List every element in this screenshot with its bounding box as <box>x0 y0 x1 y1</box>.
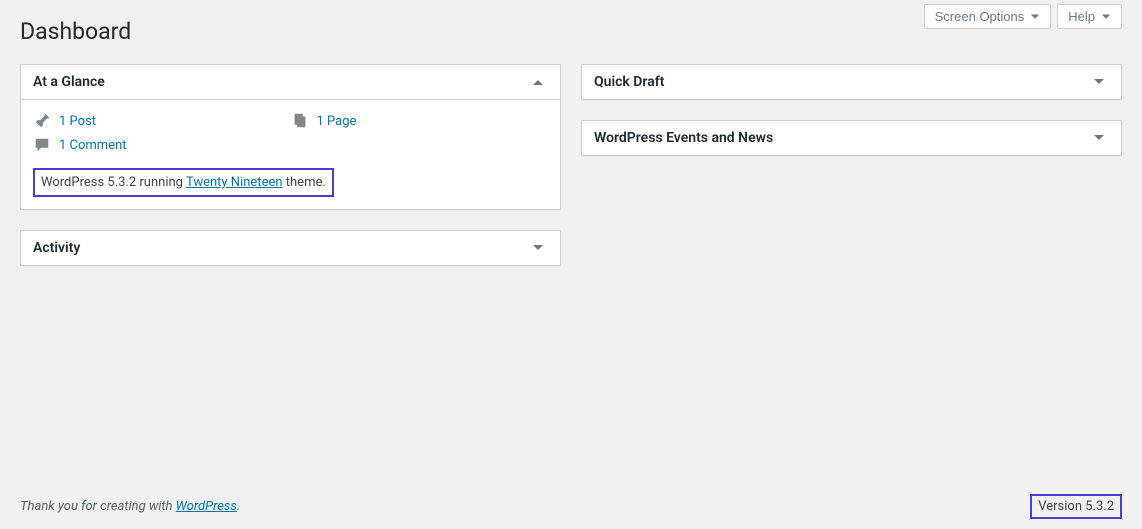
comment-icon <box>33 136 51 154</box>
chevron-up-icon <box>532 76 544 88</box>
at-a-glance-box: At a Glance 1 Post 1 Page <box>20 64 561 210</box>
glance-comment-link[interactable]: 1 Comment <box>59 138 127 153</box>
footer-version-highlight: Version 5.3.2 <box>1030 494 1122 519</box>
theme-link[interactable]: Twenty Nineteen <box>186 175 283 190</box>
activity-title: Activity <box>33 240 80 256</box>
chevron-down-icon <box>1093 76 1105 88</box>
right-column: Quick Draft WordPress Events and News <box>581 64 1122 286</box>
chevron-down-icon <box>1093 132 1105 144</box>
glance-page: 1 Page <box>291 112 549 130</box>
expand-toggle[interactable] <box>1089 72 1109 92</box>
activity-header[interactable]: Activity <box>21 231 560 265</box>
footer-thanks-suffix: . <box>237 499 240 514</box>
quick-draft-box: Quick Draft <box>581 64 1122 100</box>
screen-options-label: Screen Options <box>935 9 1025 24</box>
wp-version-suffix: theme. <box>283 175 326 190</box>
glance-page-link[interactable]: 1 Page <box>317 114 357 129</box>
wp-version-highlight: WordPress 5.3.2 running Twenty Nineteen … <box>33 168 334 197</box>
at-a-glance-title: At a Glance <box>33 74 105 90</box>
collapse-toggle[interactable] <box>528 72 548 92</box>
left-column: At a Glance 1 Post 1 Page <box>20 64 561 286</box>
activity-box: Activity <box>20 230 561 266</box>
at-a-glance-header[interactable]: At a Glance <box>21 65 560 100</box>
quick-draft-header[interactable]: Quick Draft <box>582 65 1121 99</box>
glance-comment: 1 Comment <box>33 136 291 154</box>
expand-toggle[interactable] <box>528 238 548 258</box>
page-icon <box>291 112 309 130</box>
dashboard-columns: At a Glance 1 Post 1 Page <box>0 54 1142 286</box>
wordpress-link[interactable]: WordPress <box>176 499 237 514</box>
screen-options-button[interactable]: Screen Options <box>924 4 1052 29</box>
wp-version-prefix: WordPress 5.3.2 running <box>41 175 186 190</box>
chevron-down-icon <box>1101 12 1111 22</box>
chevron-down-icon <box>1030 12 1040 22</box>
events-news-box: WordPress Events and News <box>581 120 1122 156</box>
expand-toggle[interactable] <box>1089 128 1109 148</box>
at-a-glance-body: 1 Post 1 Page 1 Comment WordPress 5.3.2 … <box>21 100 560 209</box>
glance-post: 1 Post <box>33 112 291 130</box>
admin-footer: Thank you for creating with WordPress. V… <box>20 494 1122 519</box>
pin-icon <box>33 112 51 130</box>
help-label: Help <box>1068 9 1095 24</box>
events-news-title: WordPress Events and News <box>594 130 773 146</box>
top-screen-controls: Screen Options Help <box>924 4 1122 29</box>
footer-thanks-prefix: Thank you for creating with <box>20 499 176 514</box>
quick-draft-title: Quick Draft <box>594 74 664 90</box>
events-news-header[interactable]: WordPress Events and News <box>582 121 1121 155</box>
glance-post-link[interactable]: 1 Post <box>59 114 96 129</box>
chevron-down-icon <box>532 242 544 254</box>
help-button[interactable]: Help <box>1057 4 1122 29</box>
footer-thanks: Thank you for creating with WordPress. <box>20 499 240 514</box>
